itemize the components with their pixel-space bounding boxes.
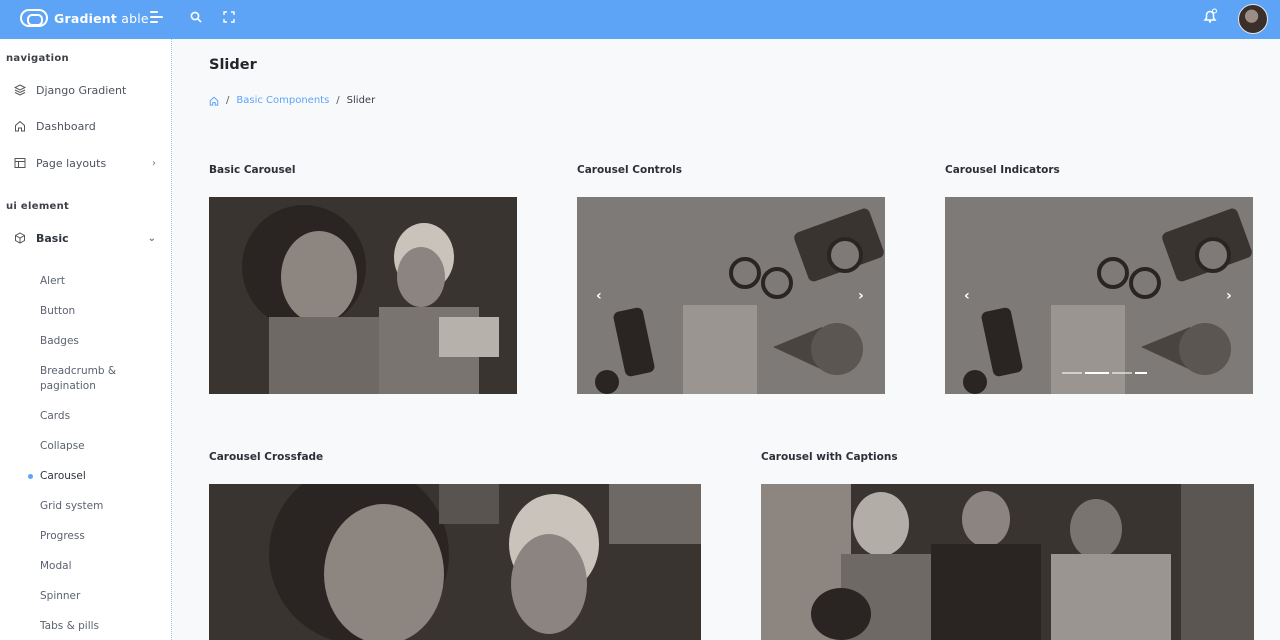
top-header: Gradient able [0, 0, 1280, 39]
sidebar-subitem-pagination[interactable]: pagination [40, 379, 96, 393]
sidebar: navigation Django Gradient Dashboard Pag… [0, 39, 172, 640]
carousel-prev-icon[interactable]: ‹ [596, 289, 602, 303]
chevron-down-icon: ⌄ [147, 232, 156, 244]
sidebar-caption-ui-element: ui element [6, 201, 70, 212]
brand-name-bold: Gradient [54, 10, 118, 26]
card-title-carousel-captions: Carousel with Captions [761, 451, 898, 463]
chevron-right-icon: › [152, 157, 156, 169]
sidebar-subitem-spinner[interactable]: Spinner [40, 589, 80, 603]
card-title-carousel-controls: Carousel Controls [577, 164, 682, 176]
carousel-next-icon[interactable]: › [1226, 289, 1232, 303]
sidebar-item-label: Dashboard [36, 119, 96, 133]
brand-name-light: able [117, 10, 149, 26]
card-title-carousel-crossfade: Carousel Crossfade [209, 451, 324, 463]
sidebar-item-basic[interactable]: Basic ⌄ [14, 228, 164, 248]
sidebar-item-label: Django Gradient [36, 83, 127, 97]
photo-desk-items [945, 197, 1253, 394]
carousel-image [577, 197, 885, 394]
carousel-indicators [1062, 372, 1150, 374]
photo-laughing-women [209, 484, 701, 640]
breadcrumb-current: Slider [346, 95, 376, 106]
carousel-image [945, 197, 1253, 394]
carousel-prev-icon[interactable]: ‹ [964, 289, 970, 303]
layout-icon [14, 158, 26, 168]
photo-desk-items [577, 197, 885, 394]
sidebar-subitem-tabs-pills[interactable]: Tabs & pills [40, 619, 99, 633]
sidebar-caption-navigation: navigation [6, 53, 69, 64]
sidebar-item-dashboard[interactable]: Dashboard [14, 116, 164, 136]
breadcrumb-separator: / [226, 95, 230, 106]
sidebar-subitem-modal[interactable]: Modal [40, 559, 72, 573]
logo-icon [20, 9, 48, 27]
sidebar-item-django-gradient[interactable]: Django Gradient [14, 80, 164, 100]
sidebar-subitem-collapse[interactable]: Collapse [40, 439, 85, 453]
indicator-dot-active[interactable] [1085, 372, 1109, 374]
card-title-carousel-indicators: Carousel Indicators [945, 164, 1060, 176]
bell-icon[interactable] [1202, 8, 1218, 24]
breadcrumb-separator: / [336, 95, 340, 106]
sidebar-item-label: Page layouts [36, 156, 107, 170]
sidebar-subitem-alert[interactable]: Alert [40, 274, 65, 288]
photo-laughing-women [209, 197, 517, 394]
card-title-basic-carousel: Basic Carousel [209, 164, 296, 176]
sidebar-subitem-button[interactable]: Button [40, 304, 75, 318]
layers-icon [14, 84, 26, 96]
breadcrumb: / Basic Components / Slider [209, 95, 375, 106]
home-icon[interactable] [209, 96, 219, 106]
carousel-next-icon[interactable]: › [858, 289, 864, 303]
sidebar-subitem-carousel[interactable]: Carousel [40, 469, 86, 483]
sidebar-subitem-cards[interactable]: Cards [40, 409, 70, 423]
sidebar-subitem-badges[interactable]: Badges [40, 334, 79, 348]
active-indicator-dot [28, 474, 33, 479]
user-avatar[interactable] [1238, 4, 1268, 34]
home-icon [15, 120, 25, 132]
sidebar-subitem-breadcrumb[interactable]: Breadcrumb & [40, 364, 116, 378]
fullscreen-icon[interactable] [223, 11, 235, 23]
box-icon [15, 232, 25, 244]
brand-logo[interactable]: Gradient able [20, 9, 149, 27]
sidebar-subitem-grid-system[interactable]: Grid system [40, 499, 103, 513]
sidebar-item-page-layouts[interactable]: Page layouts › [14, 153, 164, 173]
sidebar-item-label: Basic [36, 231, 69, 245]
indicator-dot[interactable] [1112, 372, 1132, 374]
breadcrumb-link[interactable]: Basic Components [236, 95, 329, 106]
carousel-image [209, 484, 701, 640]
carousel-image [761, 484, 1254, 640]
indicator-dot[interactable] [1135, 372, 1147, 374]
menu-icon[interactable] [150, 11, 164, 26]
carousel-image [209, 197, 517, 394]
indicator-dot[interactable] [1062, 372, 1082, 374]
photo-group-meeting [761, 484, 1254, 640]
page-title: Slider [209, 57, 257, 73]
search-icon[interactable] [190, 11, 202, 23]
sidebar-subitem-progress[interactable]: Progress [40, 529, 85, 543]
